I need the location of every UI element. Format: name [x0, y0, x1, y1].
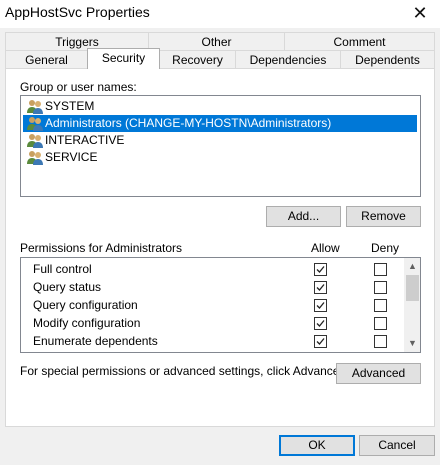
users-icon [27, 151, 43, 165]
allow-checkbox[interactable] [314, 281, 327, 294]
tab-dependents-label: Dependents [355, 53, 420, 67]
list-item-label: INTERACTIVE [45, 133, 125, 147]
advanced-note: For special permissions or advanced sett… [20, 364, 350, 378]
permissions-label: Permissions for Administrators [20, 241, 183, 255]
deny-checkbox[interactable] [374, 263, 387, 276]
permission-name: Query configuration [33, 298, 138, 312]
close-icon[interactable]: ✕ [400, 0, 440, 28]
permission-name: Query status [33, 280, 102, 294]
tab-general-label: General [25, 53, 68, 67]
table-row: Full control [22, 260, 402, 278]
allow-checkbox[interactable] [314, 263, 327, 276]
permission-name: Enumerate dependents [33, 334, 158, 348]
deny-checkbox[interactable] [374, 281, 387, 294]
ok-button[interactable]: OK [279, 435, 355, 456]
tab-dependents[interactable]: Dependents [340, 50, 435, 69]
users-icon [27, 134, 43, 148]
tab-security[interactable]: Security [87, 48, 160, 69]
add-button[interactable]: Add... [266, 206, 341, 227]
list-item-label: SYSTEM [45, 99, 95, 113]
tab-comment-label: Comment [333, 35, 386, 49]
scroll-up-icon[interactable]: ▲ [404, 258, 420, 275]
table-row: Query configuration [22, 296, 402, 314]
allow-header: Allow [311, 241, 340, 255]
tab-security-label: Security [101, 51, 146, 65]
tab-recovery[interactable]: Recovery [159, 50, 236, 69]
table-row: Enumerate dependents [22, 332, 402, 350]
allow-checkbox[interactable] [314, 335, 327, 348]
permission-name: Modify configuration [33, 316, 141, 330]
security-panel: Group or user names: SYSTEM Administrato… [5, 68, 435, 427]
list-item-label: Administrators (CHANGE-MY-HOSTN\Administ… [45, 116, 332, 130]
tab-other[interactable]: Other [148, 32, 285, 51]
permission-name: Full control [33, 262, 92, 276]
title-bar: AppHostSvc Properties ✕ [0, 0, 440, 28]
window-title: AppHostSvc Properties [5, 4, 150, 20]
list-item[interactable]: INTERACTIVE [23, 132, 417, 149]
cancel-button[interactable]: Cancel [359, 435, 435, 456]
permissions-scrollbar[interactable]: ▲ ▼ [404, 258, 420, 352]
deny-checkbox[interactable] [374, 299, 387, 312]
deny-checkbox[interactable] [374, 317, 387, 330]
table-row [22, 350, 402, 352]
list-item-label: SERVICE [45, 150, 98, 164]
users-icon [27, 100, 43, 114]
table-row: Query status [22, 278, 402, 296]
tab-general[interactable]: General [5, 50, 88, 69]
deny-header: Deny [371, 241, 400, 255]
remove-button[interactable]: Remove [346, 206, 421, 227]
list-item[interactable]: SERVICE [23, 149, 417, 166]
group-list[interactable]: SYSTEM Administrators (CHANGE-MY-HOSTN\A… [20, 95, 421, 197]
tab-other-label: Other [201, 35, 232, 49]
group-names-label: Group or user names: [20, 80, 137, 94]
group-names-label-text: Group or user names: [20, 80, 137, 94]
tab-dependencies[interactable]: Dependencies [235, 50, 341, 69]
list-item-selected[interactable]: Administrators (CHANGE-MY-HOSTN\Administ… [23, 115, 417, 132]
scroll-thumb[interactable] [406, 275, 419, 301]
advanced-button[interactable]: Advanced [336, 363, 421, 384]
deny-checkbox[interactable] [374, 335, 387, 348]
scroll-down-icon[interactable]: ▼ [404, 335, 420, 352]
allow-checkbox[interactable] [314, 299, 327, 312]
allow-checkbox[interactable] [314, 317, 327, 330]
table-row: Modify configuration [22, 314, 402, 332]
tab-triggers-label: Triggers [55, 35, 99, 49]
tab-comment[interactable]: Comment [284, 32, 435, 51]
permissions-list[interactable]: Full control Query status Query configurat… [20, 257, 421, 353]
list-item[interactable]: SYSTEM [23, 98, 417, 115]
users-icon [27, 117, 43, 131]
tab-recovery-label: Recovery [172, 53, 223, 67]
tab-dependencies-label: Dependencies [249, 53, 327, 67]
